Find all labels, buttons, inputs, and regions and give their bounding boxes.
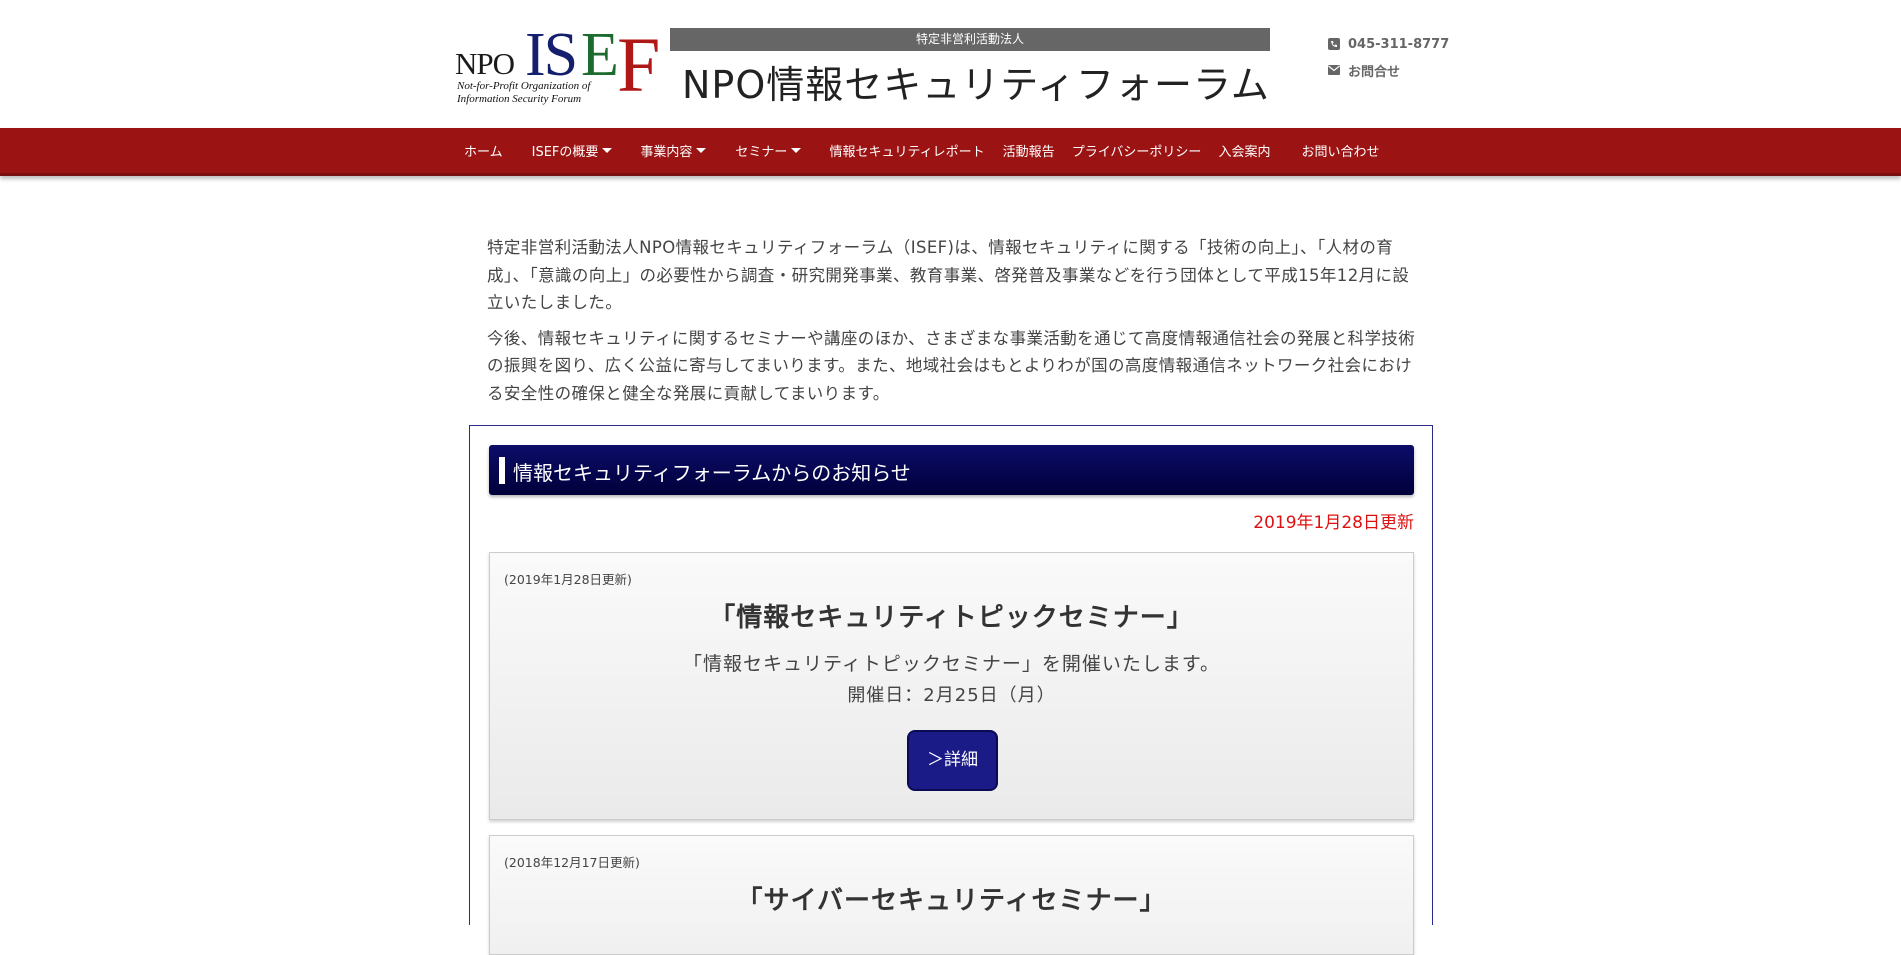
news-updated-date: 2019年1月28日更新 xyxy=(1253,513,1414,533)
nav-label: ISEFの概要 xyxy=(531,145,599,160)
nav-item-about[interactable]: ISEFの概要 xyxy=(532,141,613,160)
card-date: (2018年12月17日更新) xyxy=(504,855,640,870)
site-header: NPO IS E F Not-for-Profit Organization o… xyxy=(0,0,1901,128)
envelope-icon xyxy=(1328,65,1340,75)
caret-down-icon xyxy=(602,148,613,153)
nav-label: 活動報告 xyxy=(1002,145,1055,160)
news-card: (2019年1月28日更新) 「情報セキュリティトピックセミナー」 「情報セキュ… xyxy=(489,552,1414,820)
card-event-date: 開催日：2月25日（月） xyxy=(847,685,1056,706)
news-title: 情報セキュリティフォーラムからのお知らせ xyxy=(513,461,911,485)
phone-number: 045-311-8777 xyxy=(1348,36,1450,52)
main-nav: ホーム ISEFの概要 事業内容 セミナー 情報セキュリティレポート 活動報告 … xyxy=(0,128,1901,176)
nav-label: プライバシーポリシー xyxy=(1071,145,1202,160)
intro-paragraph-1: 特定非営利活動法人NPO情報セキュリティフォーラム（ISEF)は、情報セキュリテ… xyxy=(487,238,1410,312)
phone-row[interactable]: 045-311-8777 xyxy=(1328,31,1449,57)
detail-button[interactable]: ＞詳細 xyxy=(907,730,998,791)
nav-item-business[interactable]: 事業内容 xyxy=(640,141,707,160)
contact-link: お問合せ xyxy=(1348,64,1401,80)
caret-down-icon xyxy=(791,148,802,153)
card-title: 「情報セキュリティトピックセミナー」 xyxy=(709,603,1194,633)
nav-items: ホーム ISEFの概要 事業内容 セミナー 情報セキュリティレポート 活動報告 … xyxy=(455,128,1379,173)
nav-item-report[interactable]: 情報セキュリティレポート xyxy=(829,141,984,160)
nav-item-activity[interactable]: 活動報告 xyxy=(1003,141,1055,160)
news-header: 情報セキュリティフォーラムからのお知らせ xyxy=(489,445,1414,495)
card-date: (2019年1月28日更新) xyxy=(504,572,632,587)
nav-item-privacy[interactable]: プライバシーポリシー xyxy=(1072,141,1202,160)
org-type-band: 特定非営利活動法人 xyxy=(670,28,1270,51)
nav-label: ホーム xyxy=(464,145,503,160)
intro-text: 特定非営利活動法人NPO情報セキュリティフォーラム（ISEF)は、情報セキュリテ… xyxy=(487,234,1417,415)
nav-label: 情報セキュリティレポート xyxy=(829,145,985,160)
nav-label: セミナー xyxy=(735,145,788,160)
header-contact: 045-311-8777 お問合せ xyxy=(1328,31,1449,83)
nav-item-contact[interactable]: お問い合わせ xyxy=(1301,141,1379,160)
isef-logo[interactable]: NPO IS E F Not-for-Profit Organization o… xyxy=(455,21,660,110)
org-name-title: NPO情報セキュリティフォーラム xyxy=(682,63,1270,107)
nav-label: 入会案内 xyxy=(1218,145,1271,160)
card-title: 「サイバーセキュリティセミナー」 xyxy=(736,886,1167,916)
caret-down-icon xyxy=(696,148,707,153)
nav-item-home[interactable]: ホーム xyxy=(464,141,503,160)
intro-paragraph-2: 今後、情報セキュリティに関するセミナーや講座のほか、さまざまな事業活動を通じて高… xyxy=(487,328,1416,403)
phone-icon xyxy=(1328,38,1340,50)
nav-label: お問い合わせ xyxy=(1301,145,1380,160)
nav-item-seminar[interactable]: セミナー xyxy=(735,141,802,160)
news-section: 情報セキュリティフォーラムからのお知らせ 2019年1月28日更新 (2019年… xyxy=(469,425,1433,955)
logo-subtitle: Not-for-Profit Organization of Informati… xyxy=(457,80,627,106)
logo-npo: NPO xyxy=(455,46,515,81)
contact-row[interactable]: お問合せ xyxy=(1328,57,1449,83)
card-description: 「情報セキュリティトピックセミナー」を開催いたします。 xyxy=(683,653,1220,675)
logo-subtitle-line2: Information Security Forum xyxy=(457,93,582,105)
header-accent-bar xyxy=(499,457,505,484)
logo-subtitle-line1: Not-for-Profit Organization of xyxy=(457,80,591,92)
nav-label: 事業内容 xyxy=(640,145,693,160)
nav-item-join[interactable]: 入会案内 xyxy=(1218,141,1270,160)
news-card: (2018年12月17日更新) 「サイバーセキュリティセミナー」 xyxy=(489,835,1414,955)
